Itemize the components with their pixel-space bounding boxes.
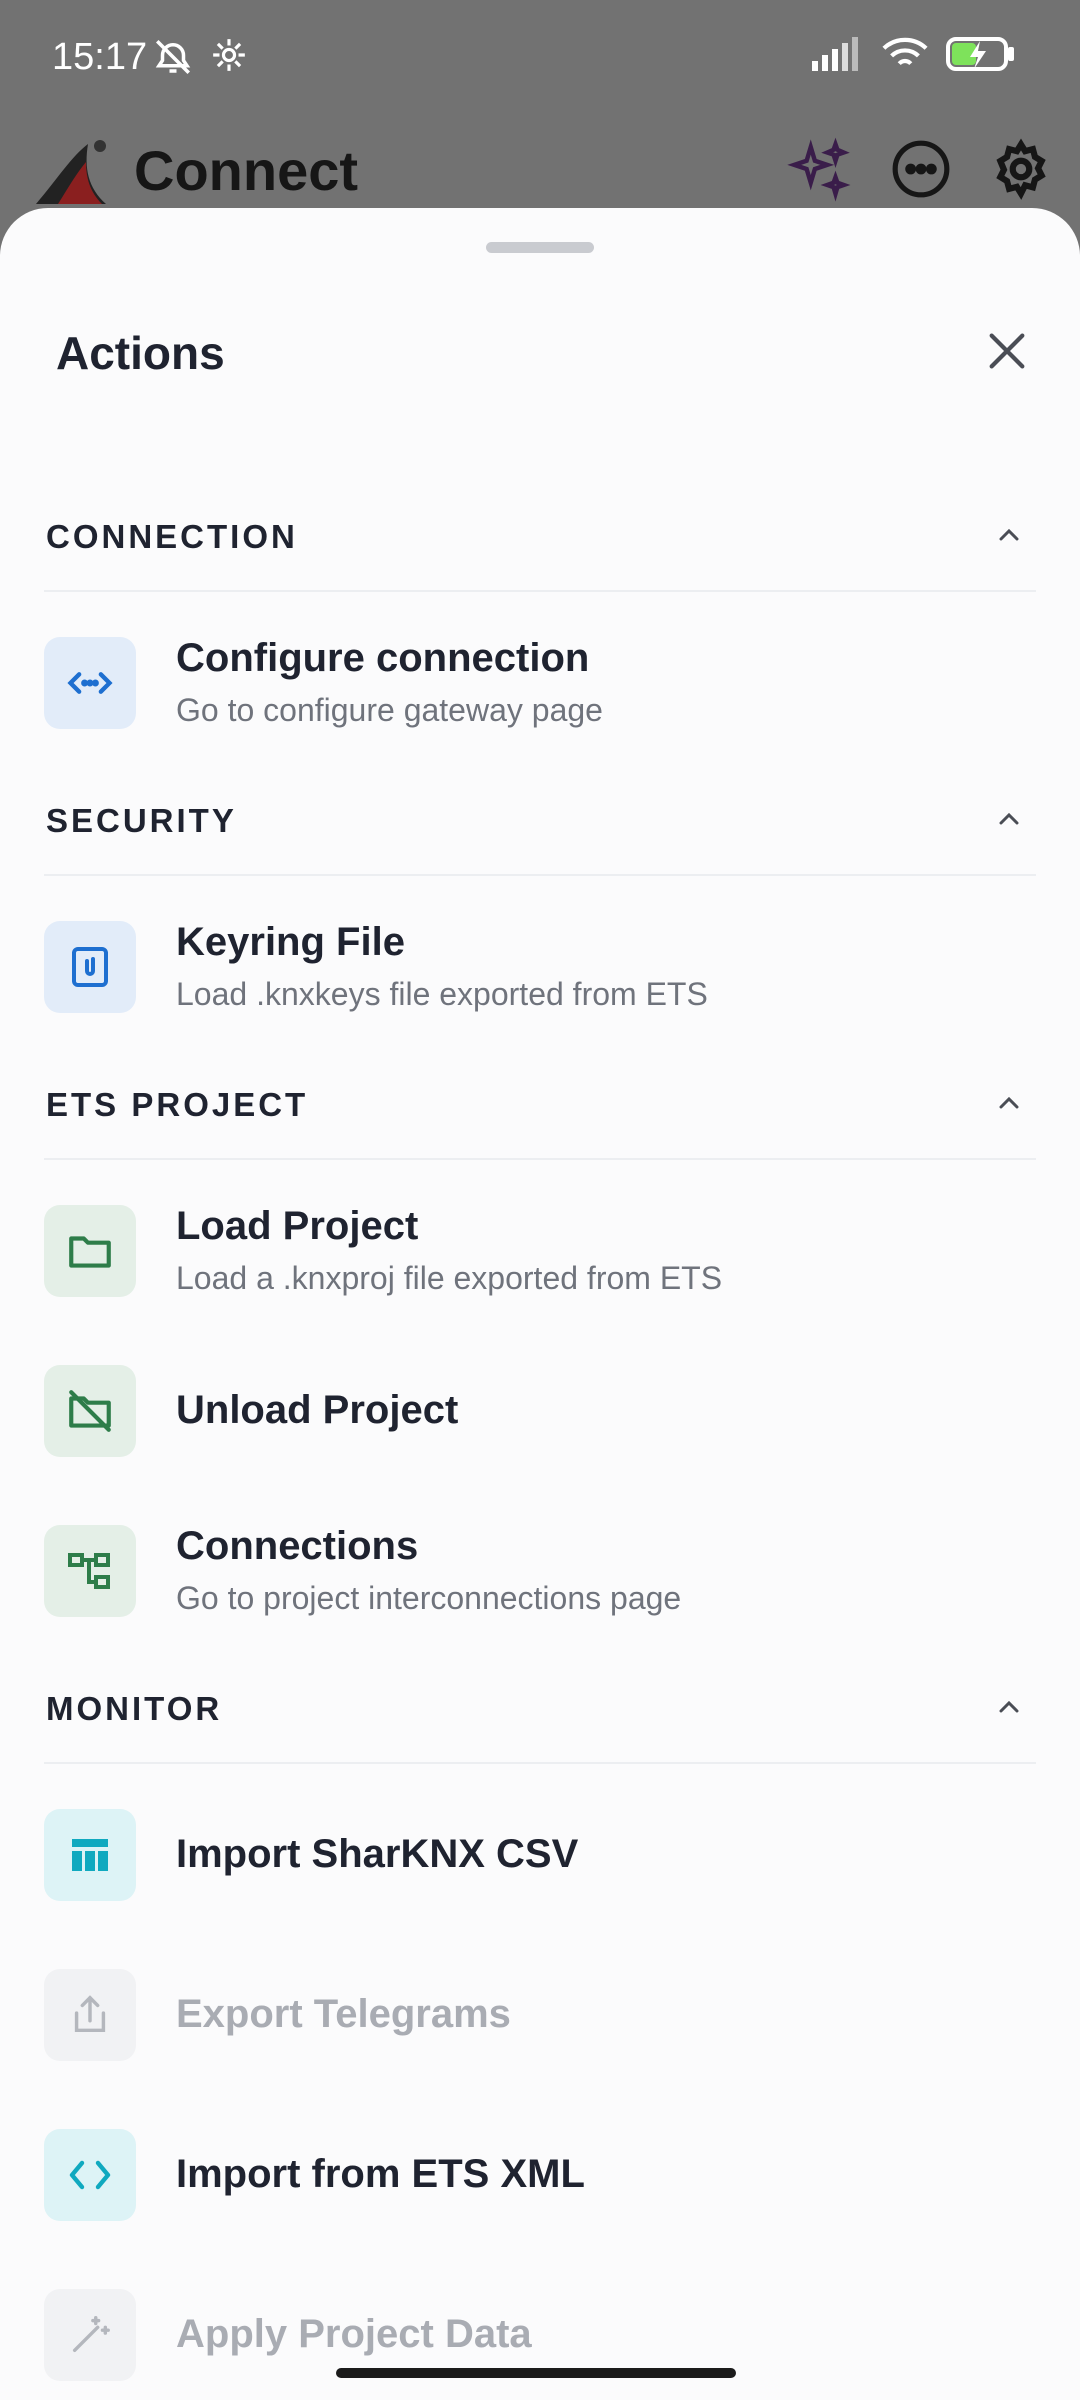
list-item-unload-project[interactable]: Unload Project [0,1320,1080,1480]
status-bar: 15:17 [0,0,1080,118]
item-title: Unload Project [176,1388,459,1432]
item-title: Load Project [176,1204,419,1248]
code-arrows-icon [44,637,136,729]
settings-icon[interactable] [990,138,1052,205]
chevron-up-icon[interactable] [994,804,1024,834]
app-header: Connect [0,118,1080,218]
chevron-up-icon[interactable] [994,1692,1024,1722]
section-label: MONITOR [46,1690,223,1727]
list-item-configure-connection[interactable]: Configure connection Go to configure gat… [0,592,1080,752]
folder-off-icon [44,1365,136,1457]
code-icon [44,2129,136,2221]
item-subtitle: Load a .knxproj file exported from ETS [176,1260,723,1296]
list-item-keyring-file[interactable]: Keyring File Load .knxkeys file exported… [0,876,1080,1036]
list-item-load-project[interactable]: Load Project Load a .knxproj file export… [0,1160,1080,1320]
item-title: Configure connection [176,636,590,680]
alarm-off-icon [152,36,194,83]
item-subtitle: Go to configure gateway page [176,692,603,728]
list-item-connections[interactable]: Connections Go to project interconnectio… [0,1480,1080,1640]
drag-handle[interactable] [486,242,594,253]
wifi-icon [882,36,928,77]
settings-status-icon [210,36,248,83]
table-icon [44,1809,136,1901]
sheet-title: Actions [56,327,225,379]
item-title: Keyring File [176,920,405,964]
close-icon [984,328,1030,379]
list-item-import-sharknx-csv[interactable]: Import SharKNX CSV [0,1764,1080,1924]
more-options-icon[interactable] [890,138,952,205]
share-export-icon [44,1969,136,2061]
hierarchy-icon [44,1525,136,1617]
home-indicator[interactable] [336,2368,736,2378]
item-subtitle: Load .knxkeys file exported from ETS [176,976,708,1012]
actions-sheet: Actions CONNECTION Configure connection … [0,208,1080,2400]
status-time: 15:17 [52,36,148,78]
signal-icon [812,37,864,76]
section-header-ets-project[interactable]: ETS PROJECT [44,1036,1036,1160]
folder-icon [44,1205,136,1297]
chevron-up-icon[interactable] [994,520,1024,550]
item-title: Export Telegrams [176,1992,511,2036]
section-label: CONNECTION [46,518,298,555]
section-header-security[interactable]: SECURITY [44,752,1036,876]
shark-logo-icon [28,138,114,215]
item-title: Apply Project Data [176,2312,532,2356]
sparkle-icon[interactable] [786,136,852,207]
list-item-export-telegrams[interactable]: Export Telegrams [0,1924,1080,2084]
section-header-connection[interactable]: CONNECTION [44,468,1036,592]
list-item-import-from-ets-xml[interactable]: Import from ETS XML [0,2084,1080,2244]
item-title: Connections [176,1524,419,1568]
item-title: Import SharKNX CSV [176,1832,579,1876]
section-label: SECURITY [46,802,237,839]
magic-wand-icon [44,2289,136,2381]
item-subtitle: Go to project interconnections page [176,1580,682,1616]
battery-charging-icon [946,37,1016,76]
file-attachment-icon [44,921,136,1013]
chevron-up-icon[interactable] [994,1088,1024,1118]
item-title: Import from ETS XML [176,2152,585,2196]
close-button[interactable] [974,320,1040,386]
section-label: ETS PROJECT [46,1086,309,1123]
section-header-monitor[interactable]: MONITOR [44,1640,1036,1764]
app-title: Connect [134,139,358,202]
